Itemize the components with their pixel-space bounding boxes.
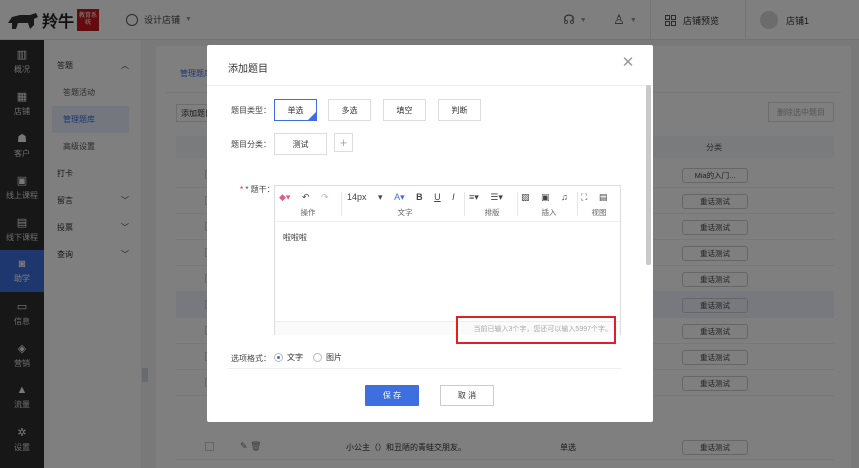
undo-icon[interactable]: ↶	[302, 192, 310, 203]
underline-icon[interactable]: U	[434, 192, 441, 202]
highlight-annotation-box	[456, 316, 616, 344]
radio-checked-icon	[274, 353, 283, 362]
type-multiple-choice[interactable]: 多选	[328, 99, 371, 121]
dialog-scrollbar[interactable]	[646, 85, 651, 265]
eraser-icon[interactable]: ◆▾	[279, 192, 290, 203]
close-icon[interactable]: ✕	[621, 55, 635, 70]
editor-toolbar: ◆▾ ↶ ↷ 操作 14px ▾ A▾ B U I 文字 ≡▾ ☰▾ 排版 ▨ …	[275, 186, 620, 222]
option-format-label: 选项格式：	[231, 354, 271, 363]
image-icon[interactable]: ▨	[521, 192, 530, 203]
type-true-false[interactable]: 判断	[438, 99, 481, 121]
type-single-choice[interactable]: 单选	[274, 99, 317, 121]
toolbar-group-view: 视图	[591, 208, 607, 217]
preview-icon[interactable]: ▤	[599, 192, 608, 203]
font-color-icon[interactable]: A▾	[394, 192, 405, 203]
divider	[228, 368, 621, 369]
toolbar-group-layout: 排版	[484, 208, 500, 217]
audio-icon[interactable]: ♫	[561, 192, 568, 202]
align-icon[interactable]: ≡▾	[469, 192, 479, 203]
fullscreen-icon[interactable]: ⛶	[581, 192, 587, 203]
list-icon[interactable]: ☰▾	[490, 192, 503, 203]
font-size-select[interactable]: 14px ▾	[347, 192, 383, 203]
radio-unchecked-icon	[313, 353, 322, 362]
toolbar-group-text: 文字	[397, 208, 413, 217]
add-category-button[interactable]: +	[334, 133, 353, 152]
redo-icon[interactable]: ↷	[321, 192, 329, 203]
category-chip[interactable]: 测试	[274, 133, 327, 155]
question-category-label: 题目分类：	[231, 140, 271, 149]
toolbar-group-insert: 插入	[541, 208, 557, 217]
type-fill-blank[interactable]: 填空	[383, 99, 426, 121]
plus-icon: +	[339, 135, 348, 150]
toolbar-group-operation: 操作	[300, 208, 316, 217]
cancel-button[interactable]: 取 消	[440, 385, 494, 406]
save-button[interactable]: 保 存	[365, 385, 419, 406]
video-icon[interactable]: ▣	[541, 192, 550, 203]
editor-content[interactable]: 啦啦啦	[283, 232, 307, 243]
bold-icon[interactable]: B	[416, 192, 423, 202]
option-format-image[interactable]: 图片	[313, 352, 342, 363]
question-type-label: 题目类型：	[231, 106, 271, 115]
dialog-title: 添加题目	[228, 64, 268, 75]
option-format-text[interactable]: 文字	[274, 352, 303, 363]
add-question-dialog: 添加题目 ✕ 题目类型： 单选 多选 填空 判断 题目分类： 测试 + * * …	[207, 45, 653, 422]
divider	[207, 85, 653, 86]
stem-label: * * 题干：	[240, 185, 275, 194]
italic-icon[interactable]: I	[452, 192, 455, 202]
rich-text-editor[interactable]: ◆▾ ↶ ↷ 操作 14px ▾ A▾ B U I 文字 ≡▾ ☰▾ 排版 ▨ …	[274, 185, 621, 335]
